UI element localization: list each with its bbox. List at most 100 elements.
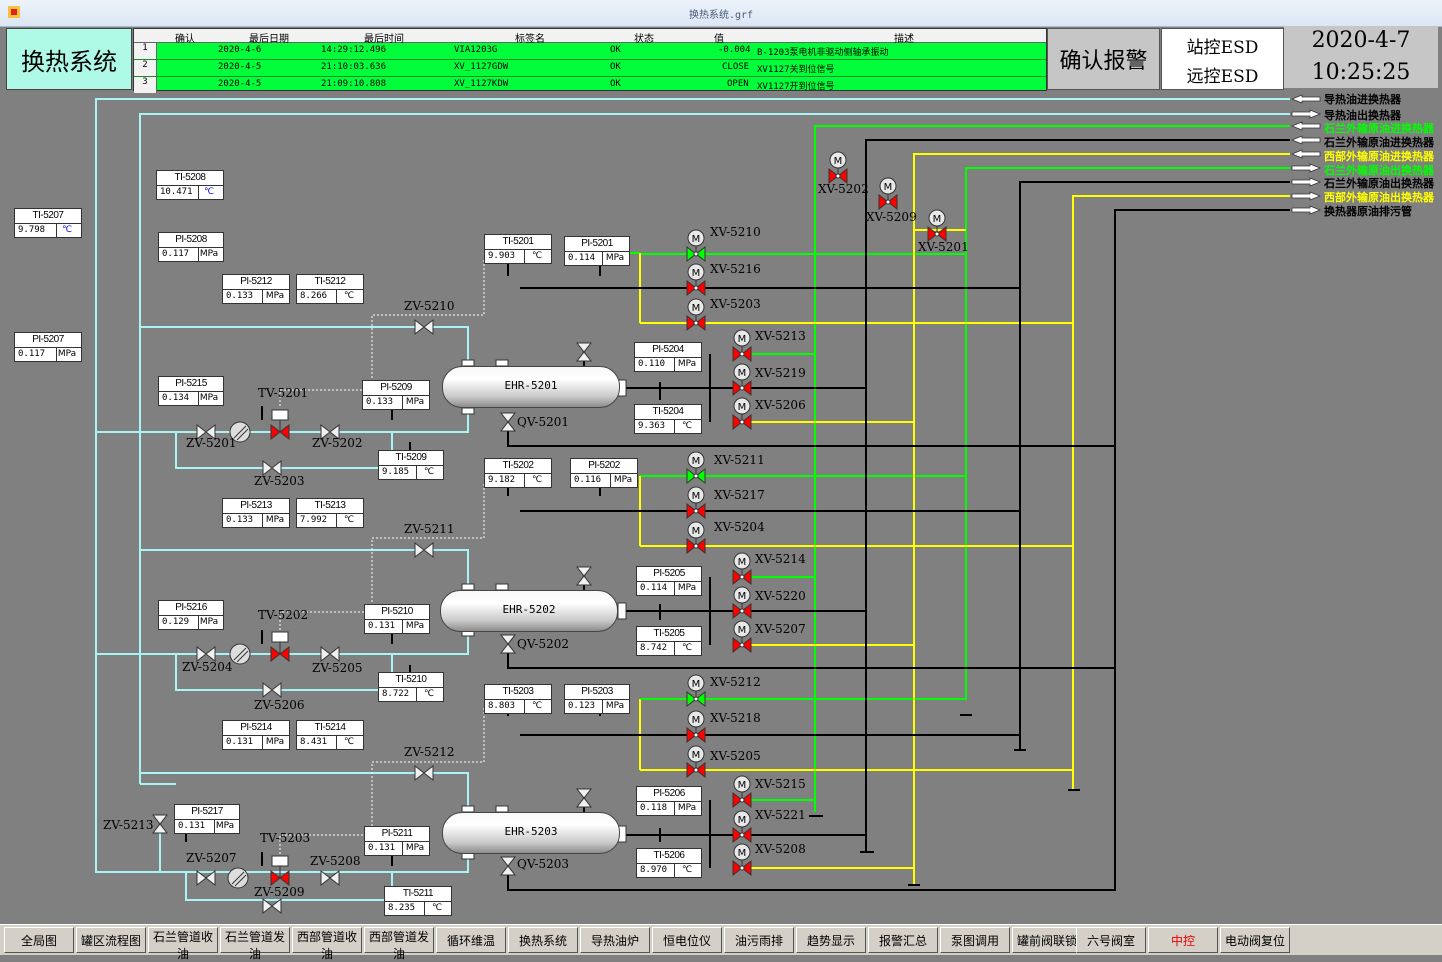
alarm-row[interactable]: 2 2020-4-5 21:10:03.636 XV_1127GDW OK CL… [134,60,1046,77]
instrument-pi5212[interactable]: PI-5212 0.133 MPa [222,274,290,304]
valve-zv5203[interactable] [262,459,282,477]
valve-xv5215[interactable]: M [732,775,752,809]
valve-zv5207[interactable] [196,869,216,887]
instrument-pi5204[interactable]: PI-5204 0.110 MPa [634,342,702,372]
vent-valve[interactable] [575,342,593,362]
nav-button[interactable]: 循环维温 [436,927,506,953]
valve-xv5212[interactable]: M [686,674,706,708]
nav-button[interactable]: 换热系统 [508,927,578,953]
valve-qv5203[interactable] [499,856,517,876]
valve-xv5208[interactable]: M [732,843,752,877]
alarm-row[interactable]: 1 2020-4-6 14:29:12.496 VIA1203G OK -0.0… [134,43,1046,60]
heat-exchanger-ehr-5202[interactable]: EHR-5202 [440,590,618,632]
valve-zv5212[interactable] [414,764,434,782]
route-label-9[interactable]: 换热器原油排污管 [1324,203,1412,219]
valve-xv5204[interactable]: M [686,521,706,555]
instrument-ti5211[interactable]: TI-5211 8.235 ℃ [384,886,452,916]
valve-xv5210[interactable]: M [686,229,706,263]
instrument-pi5207[interactable]: PI-5207 0.117 MPa [14,332,82,362]
instrument-pi5206[interactable]: PI-5206 0.118 MPa [636,786,702,816]
instrument-pi5213[interactable]: PI-5213 0.133 MPa [222,498,290,528]
instrument-ti5213[interactable]: TI-5213 7.992 ℃ [296,498,364,528]
instrument-pi5214[interactable]: PI-5214 0.131 MPa [222,720,290,750]
valve-xv5202[interactable]: M [828,151,848,185]
alarm-row[interactable]: 3 2020-4-5 21:09:10.808 XV_1127KDW OK OP… [134,77,1046,93]
heat-exchanger-ehr-5203[interactable]: EHR-5203 [442,812,620,854]
valve-xv5201[interactable]: M [927,209,947,243]
vent-valve[interactable] [575,788,593,808]
valve-xv5203[interactable]: M [686,298,706,332]
valve-zv5206[interactable] [262,681,282,699]
valve-xv5207[interactable]: M [732,620,752,654]
instrument-pi5209[interactable]: PI-5209 0.133 MPa [362,380,430,410]
valve-zv5213[interactable] [151,814,169,834]
nav-button[interactable]: 泵图调用 [940,927,1010,953]
nav-button[interactable]: 油污雨排 [724,927,794,953]
nav-button[interactable]: 全局图 [4,927,74,953]
heat-exchanger-ehr-5201[interactable]: EHR-5201 [442,366,620,408]
valve-tv5202[interactable] [270,631,290,663]
route-label-1[interactable]: 导热油进换热器 [1324,91,1401,107]
acknowledge-alarm-button[interactable]: 确认报警 [1047,28,1160,90]
valve-zv5205[interactable] [320,645,340,663]
instrument-ti5205[interactable]: TI-5205 8.742 ℃ [636,626,702,656]
valve-xv5218[interactable]: M [686,710,706,744]
instrument-ti5207[interactable]: TI-5207 9.798 ℃ [14,208,82,238]
valve-xv5219[interactable]: M [732,363,752,397]
instrument-pi5216[interactable]: PI-5216 0.129 MPa [158,600,224,630]
instrument-ti5203[interactable]: TI-5203 8.803 ℃ [484,684,552,714]
instrument-pi5205[interactable]: PI-5205 0.114 MPa [636,566,702,596]
nav-button[interactable]: 罐区流程图 [76,927,146,953]
instrument-ti5202[interactable]: TI-5202 9.182 ℃ [484,458,552,488]
instrument-ti5212[interactable]: TI-5212 8.266 ℃ [296,274,364,304]
valve-tv5201[interactable] [270,409,290,441]
instrument-ti5214[interactable]: TI-5214 8.431 ℃ [296,720,364,750]
nav-button[interactable]: 趋势显示 [796,927,866,953]
remote-esd-button[interactable]: 远控ESD [1162,62,1283,87]
nav-button[interactable]: 西部管道收油 [292,927,362,961]
nav-button[interactable]: 恒电位仪 [652,927,722,953]
station-esd-button[interactable]: 站控ESD [1162,33,1283,58]
instrument-pi5202[interactable]: PI-5202 0.116 MPa [570,458,638,488]
valve-zv5211[interactable] [414,541,434,559]
valve-xv5220[interactable]: M [732,586,752,620]
instrument-pi5208[interactable]: PI-5208 0.117 MPa [158,232,224,262]
instrument-ti5210[interactable]: TI-5210 8.722 ℃ [378,672,444,702]
valve-xv5214[interactable]: M [732,552,752,586]
nav-button[interactable]: 中控 [1148,927,1218,953]
valve-xv5213[interactable]: M [732,329,752,363]
instrument-pi5211[interactable]: PI-5211 0.131 MPa [364,826,430,856]
instrument-pi5210[interactable]: PI-5210 0.131 MPa [364,604,430,634]
instrument-pi5215[interactable]: PI-5215 0.134 MPa [158,376,224,406]
valve-xv5205[interactable]: M [686,745,706,779]
valve-zv5209[interactable] [262,897,282,915]
valve-xv5206[interactable]: M [732,397,752,431]
nav-button[interactable]: 石兰管道发油 [220,927,290,961]
valve-xv5211[interactable]: M [686,451,706,485]
nav-button[interactable]: 导热油炉 [580,927,650,953]
instrument-pi5203[interactable]: PI-5203 0.123 MPa [564,684,630,714]
valve-tv5203[interactable] [270,855,290,887]
valve-qv5202[interactable] [499,634,517,654]
valve-xv5217[interactable]: M [686,486,706,520]
instrument-ti5204[interactable]: TI-5204 9.363 ℃ [634,404,702,434]
instrument-pi5201[interactable]: PI-5201 0.114 MPa [564,236,630,266]
nav-button[interactable]: 西部管道发油 [364,927,434,961]
valve-zv5208[interactable] [320,869,340,887]
instrument-ti5208[interactable]: TI-5208 10.471 ℃ [156,170,224,200]
vent-valve[interactable] [575,566,593,586]
instrument-pi5217[interactable]: PI-5217 0.131 MPa [174,804,240,834]
valve-zv5204[interactable] [196,645,216,663]
valve-xv5209[interactable]: M [878,177,898,211]
valve-zv5210[interactable] [414,318,434,336]
instrument-ti5209[interactable]: TI-5209 9.185 ℃ [378,450,444,480]
nav-button[interactable]: 电动阀复位 [1220,927,1290,953]
valve-xv5221[interactable]: M [732,810,752,844]
instrument-ti5201[interactable]: TI-5201 9.903 ℃ [484,234,552,264]
nav-button[interactable]: 报警汇总 [868,927,938,953]
nav-button[interactable]: 罐前阀联锁 [1012,927,1082,953]
nav-button[interactable]: 六号阀室 [1076,927,1146,953]
instrument-ti5206[interactable]: TI-5206 8.970 ℃ [636,848,702,878]
nav-button[interactable]: 石兰管道收油 [148,927,218,961]
valve-xv5216[interactable]: M [686,263,706,297]
